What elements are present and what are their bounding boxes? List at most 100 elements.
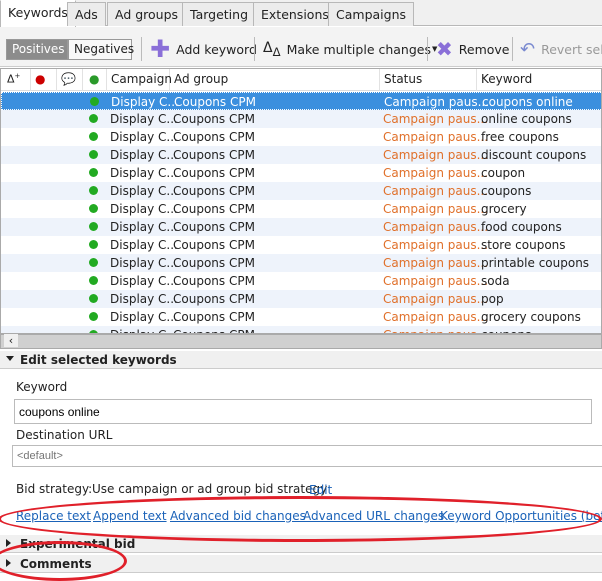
cell-campaign: Display C... — [110, 292, 178, 306]
append-text-link[interactable]: Append text — [93, 509, 167, 523]
delta-icon: ΔΔ — [263, 39, 281, 59]
tab-ad-groups[interactable]: Ad groups — [107, 2, 187, 26]
expanded-triangle-icon — [6, 356, 14, 361]
table-row[interactable]: Display C... Coupons CPM Campaign paus..… — [1, 254, 601, 272]
table-row[interactable]: Display C... Coupons CPM Campaign paus..… — [1, 236, 601, 254]
status-dot-icon — [89, 276, 98, 285]
status-dot-icon — [89, 114, 98, 123]
cell-campaign: Display C... — [110, 148, 178, 162]
advanced-url-changes-link[interactable]: Advanced URL changes — [303, 509, 444, 523]
comment-icon[interactable]: 💬 — [61, 72, 76, 86]
cell-ad-group: Coupons CPM — [173, 310, 255, 324]
status-dot-icon — [89, 204, 98, 213]
cell-keyword: coupons online — [482, 95, 573, 109]
table-row[interactable]: Display C... Coupons CPM Campaign paus..… — [1, 290, 601, 308]
experimental-bid-header[interactable]: Experimental bid — [0, 535, 602, 553]
cell-status: Campaign paus... — [383, 130, 489, 144]
cell-ad-group: Coupons CPM — [173, 166, 255, 180]
cell-campaign: Display C... — [110, 238, 178, 252]
cell-keyword: coupons — [481, 184, 532, 198]
section-title: Comments — [20, 557, 92, 571]
add-change-icon[interactable]: Δ+ — [7, 72, 20, 86]
tab-targeting[interactable]: Targeting — [182, 2, 257, 26]
add-keyword-label: Add keyword — [176, 41, 257, 57]
status-dot-icon — [89, 258, 98, 267]
bid-strategy-label: Bid strategy: — [16, 482, 93, 496]
status-dot-icon — [89, 240, 98, 249]
table-row[interactable]: Display C... Coupons CPM Campaign paus..… — [1, 128, 601, 146]
make-multiple-changes-button[interactable]: ΔΔ Make multiple changes ▼ — [263, 37, 437, 61]
edit-selected-keywords-header[interactable]: Edit selected keywords — [0, 351, 602, 369]
column-keyword[interactable]: Keyword — [481, 72, 532, 86]
toolbar: Positives Negatives ✚ Add keyword ΔΔ Mak… — [0, 27, 602, 67]
remove-button[interactable]: ✖ Remove — [436, 37, 510, 61]
tab-extensions[interactable]: Extensions — [253, 2, 337, 26]
divider — [427, 37, 428, 61]
column-campaign[interactable]: Campaign — [111, 72, 172, 86]
column-ad-group[interactable]: Ad group — [174, 72, 228, 86]
cell-campaign: Display C... — [110, 274, 178, 288]
tab-bar: Keywords Ads Ad groups Targeting Extensi… — [0, 0, 602, 27]
tab-campaigns[interactable]: Campaigns — [328, 2, 415, 26]
negatives-button[interactable]: Negatives — [68, 39, 134, 60]
bid-strategy-value: Use campaign or ad group bid strategy — [92, 482, 328, 496]
cell-status: Campaign paus... — [383, 274, 489, 288]
status-dot-icon — [89, 312, 98, 321]
status-dot-icon — [89, 150, 98, 159]
table-row[interactable]: Display C... Coupons CPM Campaign paus..… — [1, 146, 601, 164]
table-row[interactable]: Display C... Coupons CPM Campaign paus..… — [1, 218, 601, 236]
positives-button[interactable]: Positives — [6, 39, 68, 60]
tab-keywords[interactable]: Keywords — [0, 0, 76, 27]
cell-campaign: Display C... — [110, 310, 178, 324]
cell-keyword: grocery coupons — [481, 310, 581, 324]
comments-header[interactable]: Comments — [0, 555, 602, 573]
cell-keyword: discount coupons — [481, 148, 587, 162]
status-dot-icon — [89, 168, 98, 177]
cell-campaign: Display C... — [110, 256, 178, 270]
cell-status: Campaign paus... — [383, 148, 489, 162]
grid-header: Δ+ ● 💬 ● Campaign Ad group Status Keywor… — [1, 69, 601, 91]
table-row[interactable]: Display C... Coupons CPM Campaign paus..… — [1, 308, 601, 326]
status-dot-icon — [89, 294, 98, 303]
cell-ad-group: Coupons CPM — [173, 112, 255, 126]
advanced-bid-changes-link[interactable]: Advanced bid changes — [170, 509, 306, 523]
cell-ad-group: Coupons CPM — [173, 148, 255, 162]
cell-keyword: online coupons — [481, 112, 572, 126]
cell-keyword: free coupons — [481, 130, 559, 144]
section-title: Edit selected keywords — [20, 353, 177, 367]
cell-campaign: Display C... — [110, 184, 178, 198]
cell-keyword: printable coupons — [481, 256, 590, 270]
cell-campaign: Display C... — [110, 202, 178, 216]
collapsed-triangle-icon — [6, 559, 11, 567]
revert-button[interactable]: ↶ Revert sele — [520, 37, 602, 61]
status-dot-icon — [90, 97, 99, 106]
table-row[interactable]: Display C... Coupons CPM Campaign paus..… — [1, 110, 601, 128]
divider — [141, 37, 142, 61]
table-row[interactable]: Display C... Coupons CPM Campaign paus..… — [1, 200, 601, 218]
cell-ad-group: Coupons CPM — [173, 202, 255, 216]
cell-status: Campaign paus... — [383, 184, 489, 198]
table-row[interactable]: Display C... Coupons CPM Campaign paus..… — [1, 272, 601, 290]
keyword-opportunities-link[interactable]: Keyword Opportunities (beta) — [440, 509, 602, 523]
keyword-input[interactable] — [14, 399, 592, 424]
bid-strategy-edit-link[interactable]: Edit — [309, 483, 332, 497]
table-row[interactable]: Display C... Coupons CPM Campaign paus..… — [1, 182, 601, 200]
status-icon[interactable]: ● — [89, 72, 99, 86]
cell-keyword: pop — [481, 292, 504, 306]
cell-ad-group: Coupons CPM — [174, 95, 256, 109]
scroll-left-icon[interactable]: ‹ — [4, 334, 18, 347]
status-dot-icon — [89, 222, 98, 231]
table-row[interactable]: Display C... Coupons CPM Campaign paus..… — [1, 164, 601, 182]
section-title: Experimental bid — [20, 537, 136, 551]
horizontal-scrollbar[interactable]: ‹ — [0, 334, 602, 349]
replace-text-link[interactable]: Replace text — [16, 509, 91, 523]
error-icon[interactable]: ● — [35, 72, 45, 86]
table-row[interactable]: Display C... Coupons CPM Campaign paus..… — [1, 92, 601, 110]
tab-ads[interactable]: Ads — [67, 2, 106, 26]
table-row[interactable]: Display C... Coupons CPM Campaign paus..… — [1, 326, 601, 333]
add-keyword-button[interactable]: ✚ Add keyword — [150, 37, 257, 61]
destination-url-input[interactable] — [12, 445, 602, 467]
cell-keyword: grocery — [481, 202, 527, 216]
cell-keyword: coupon — [481, 166, 526, 180]
column-status[interactable]: Status — [384, 72, 422, 86]
